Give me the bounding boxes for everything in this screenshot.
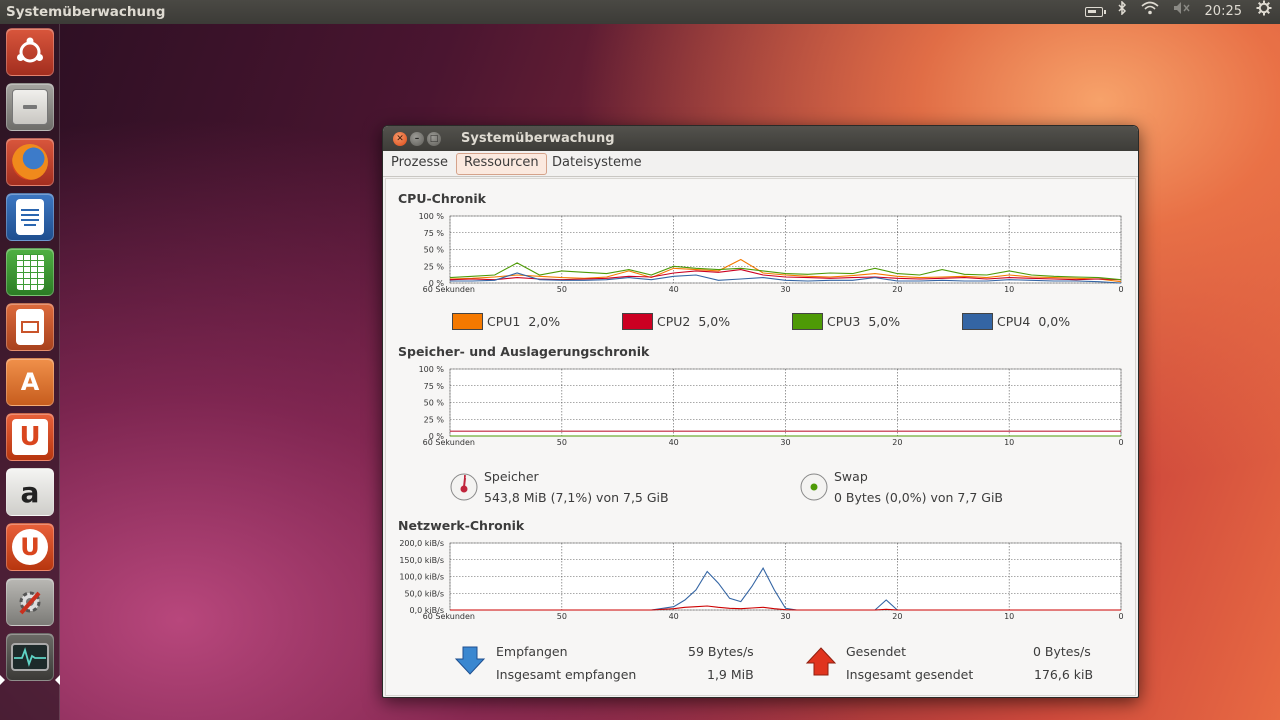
system-settings-icon[interactable]	[6, 578, 54, 626]
resources-panel: CPU-Chronik 100 % 75 % 50 % 25 % 0 % 60 Sekun…	[385, 178, 1136, 696]
net-x-tick-label: 0	[1118, 612, 1123, 621]
mem-x-tick-label: 40	[669, 438, 679, 447]
mem-x-tick-label: 30	[780, 438, 790, 447]
network-section-title: Netzwerk-Chronik	[398, 518, 525, 533]
indicator-area: 20:25	[1084, 0, 1272, 25]
net-y-tick-label: 150,0 kiB/s	[399, 556, 444, 565]
network-history-graph: 200,0 kiB/s 150,0 kiB/s 100,0 kiB/s 50,0 ki…	[399, 539, 1123, 621]
sent-label: Gesendet	[846, 644, 907, 659]
bluetooth-icon[interactable]	[1117, 0, 1127, 24]
memory-history-graph: 100 %75 %50 %25 %0 %60 Sekunden 50 40 30 20 1…	[419, 365, 1124, 447]
cpu4-color-swatch[interactable]	[962, 313, 993, 330]
sent-value: 0 Bytes/s	[1033, 644, 1091, 659]
files-icon[interactable]	[6, 83, 54, 131]
mem-y-tick-label: 75 %	[424, 382, 445, 391]
net-x-tick-label: 40	[669, 612, 679, 621]
mem-y-tick-label: 25 %	[424, 415, 445, 424]
mem-x-tick-label: 60 Sekunden	[423, 438, 475, 447]
cpu1-color-swatch[interactable]	[452, 313, 483, 330]
tab-dateisysteme[interactable]: Dateisysteme	[545, 153, 649, 175]
battery-icon[interactable]	[1084, 7, 1106, 17]
maximize-button[interactable]: □	[427, 131, 441, 146]
cpu-x-tick-label: 60 Sekunden	[423, 285, 475, 294]
upload-arrow-icon[interactable]	[805, 645, 837, 677]
clock[interactable]: 20:25	[1205, 0, 1242, 24]
window-titlebar[interactable]: ✕ – □ Systemüberwachung	[383, 126, 1138, 151]
cpu2-color-swatch[interactable]	[622, 313, 653, 330]
net-x-tick-label: 10	[1004, 612, 1014, 621]
cpu4-label: CPU4 0,0%	[997, 314, 1071, 329]
mem-y-tick-label: 50 %	[424, 399, 445, 408]
cpu-x-tick-label: 50	[557, 285, 567, 294]
launcher-active-indicator	[0, 675, 5, 685]
memory-label: Speicher	[484, 469, 539, 484]
memory-pie-icon[interactable]	[449, 472, 479, 502]
ubuntu-one-icon[interactable]: U	[6, 413, 54, 461]
cpu-y-tick-label: 100 %	[419, 212, 445, 221]
cpu-section-title: CPU-Chronik	[398, 191, 486, 206]
download-arrow-icon[interactable]	[454, 645, 486, 677]
swap-value: 0 Bytes (0,0%) von 7,7 GiB	[834, 490, 1003, 505]
cpu2-label: CPU2 5,0%	[657, 314, 731, 329]
firefox-icon[interactable]	[6, 138, 54, 186]
cpu-x-tick-label: 20	[892, 285, 902, 294]
minimize-button[interactable]: –	[410, 131, 424, 146]
top-panel: Systemüberwachung 20:25	[0, 0, 1280, 24]
mem-x-tick-label: 20	[892, 438, 902, 447]
tab-ressourcen[interactable]: Ressourcen	[456, 153, 547, 175]
swap-label: Swap	[834, 469, 868, 484]
window-title: Systemüberwachung	[461, 131, 615, 146]
mem-x-tick-label: 50	[557, 438, 567, 447]
system-monitor-window: ✕ – □ Systemüberwachung Prozesse Ressour…	[382, 125, 1139, 698]
net-x-tick-label: 20	[892, 612, 902, 621]
mem-y-tick-label: 100 %	[419, 365, 445, 374]
launcher: A U a U	[0, 24, 60, 720]
cpu3-label: CPU3 5,0%	[827, 314, 901, 329]
panel-app-title: Systemüberwachung	[6, 4, 166, 20]
ubuntu-dash-icon[interactable]	[6, 28, 54, 76]
received-value: 59 Bytes/s	[688, 644, 754, 659]
impress-icon[interactable]	[6, 303, 54, 351]
system-monitor-icon[interactable]	[6, 633, 54, 681]
net-y-tick-label: 200,0 kiB/s	[399, 539, 444, 548]
launcher-focus-indicator	[55, 675, 60, 685]
cpu-x-tick-label: 30	[780, 285, 790, 294]
total-received-label: Insgesamt empfangen	[496, 667, 637, 682]
cpu-y-tick-label: 75 %	[424, 229, 445, 238]
mem-x-tick-label: 10	[1004, 438, 1014, 447]
wifi-icon[interactable]	[1141, 0, 1159, 24]
swap-pie-icon[interactable]	[799, 472, 829, 502]
cpu-y-tick-label: 25 %	[424, 262, 445, 271]
close-button[interactable]: ✕	[393, 131, 407, 146]
ubuntu-one-music-icon[interactable]: U	[6, 523, 54, 571]
net-y-tick-label: 50,0 kiB/s	[404, 589, 444, 598]
cpu-x-tick-label: 10	[1004, 285, 1014, 294]
calc-icon[interactable]	[6, 248, 54, 296]
cpu-x-tick-label: 0	[1118, 285, 1123, 294]
tab-bar: Prozesse Ressourcen Dateisysteme	[383, 151, 1138, 177]
cpu-history-graph: 100 %75 %50 %25 %0 %60 Sekunden 50 40 30 20 1…	[419, 212, 1124, 294]
total-sent-value: 176,6 kiB	[1034, 667, 1094, 682]
cpu-y-tick-label: 50 %	[424, 246, 445, 255]
writer-icon[interactable]	[6, 193, 54, 241]
mem-x-tick-label: 0	[1118, 438, 1123, 447]
amazon-icon[interactable]: a	[6, 468, 54, 516]
cpu3-color-swatch[interactable]	[792, 313, 823, 330]
total-received-value: 1,9 MiB	[707, 667, 754, 682]
total-sent-label: Insgesamt gesendet	[846, 667, 974, 682]
memory-value: 543,8 MiB (7,1%) von 7,5 GiB	[484, 490, 669, 505]
net-y-tick-label: 100,0 kiB/s	[399, 573, 444, 582]
net-x-tick-label: 50	[557, 612, 567, 621]
memory-section-title: Speicher- und Auslagerungschronik	[398, 344, 650, 359]
software-center-icon[interactable]: A	[6, 358, 54, 406]
net-x-tick-label: 60 Sekunden	[423, 612, 475, 621]
received-label: Empfangen	[496, 644, 568, 659]
cpu-x-tick-label: 40	[669, 285, 679, 294]
volume-muted-icon[interactable]	[1173, 0, 1191, 24]
net-x-tick-label: 30	[780, 612, 790, 621]
gear-icon[interactable]	[1256, 0, 1272, 25]
cpu1-label: CPU1 2,0%	[487, 314, 561, 329]
tab-prozesse[interactable]: Prozesse	[384, 153, 455, 175]
